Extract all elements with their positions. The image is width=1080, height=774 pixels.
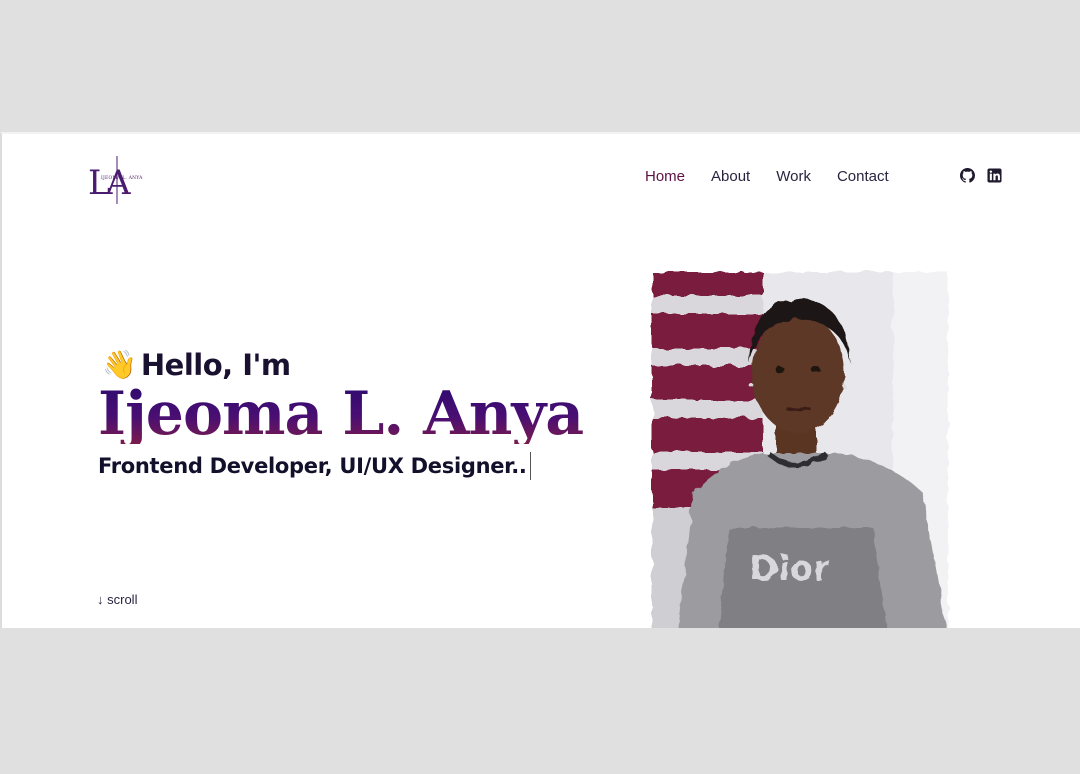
scroll-indicator[interactable]: ↓ scroll — [97, 592, 137, 607]
logo-letter-a: A — [105, 163, 131, 203]
greeting-text: Hello, I'm — [140, 348, 291, 382]
main-nav: Home About Work Contact — [645, 168, 915, 185]
hero-role: Frontend Developer, UI/UX Designer.. — [98, 452, 531, 480]
scroll-label: scroll — [107, 592, 138, 607]
nav-item-home[interactable]: Home — [645, 168, 685, 185]
social-links — [960, 168, 1002, 183]
profile-photo: Dior — [648, 268, 952, 628]
arrow-down-icon: ↓ — [97, 592, 104, 607]
logo-tagline: IJEOMA L. ANYA — [101, 176, 143, 181]
linkedin-icon[interactable] — [987, 168, 1002, 183]
typing-cursor — [529, 452, 531, 480]
greeting: 👋 Hello, I'm — [102, 348, 291, 382]
waving-hand-icon: 👋 — [102, 348, 137, 381]
logo[interactable]: L A IJEOMA L. ANYA — [86, 154, 146, 206]
svg-text:Dior: Dior — [750, 549, 830, 589]
role-text: Frontend Developer, UI/UX Designer.. — [98, 454, 527, 478]
hero-section: L A IJEOMA L. ANYA Home About Work Conta… — [0, 132, 1080, 628]
nav-item-about[interactable]: About — [711, 168, 750, 185]
nav-item-work[interactable]: Work — [776, 168, 811, 185]
nav-item-contact[interactable]: Contact — [837, 168, 889, 185]
github-icon[interactable] — [960, 168, 975, 183]
hero-name: Ijeoma L. Anya — [98, 379, 584, 449]
